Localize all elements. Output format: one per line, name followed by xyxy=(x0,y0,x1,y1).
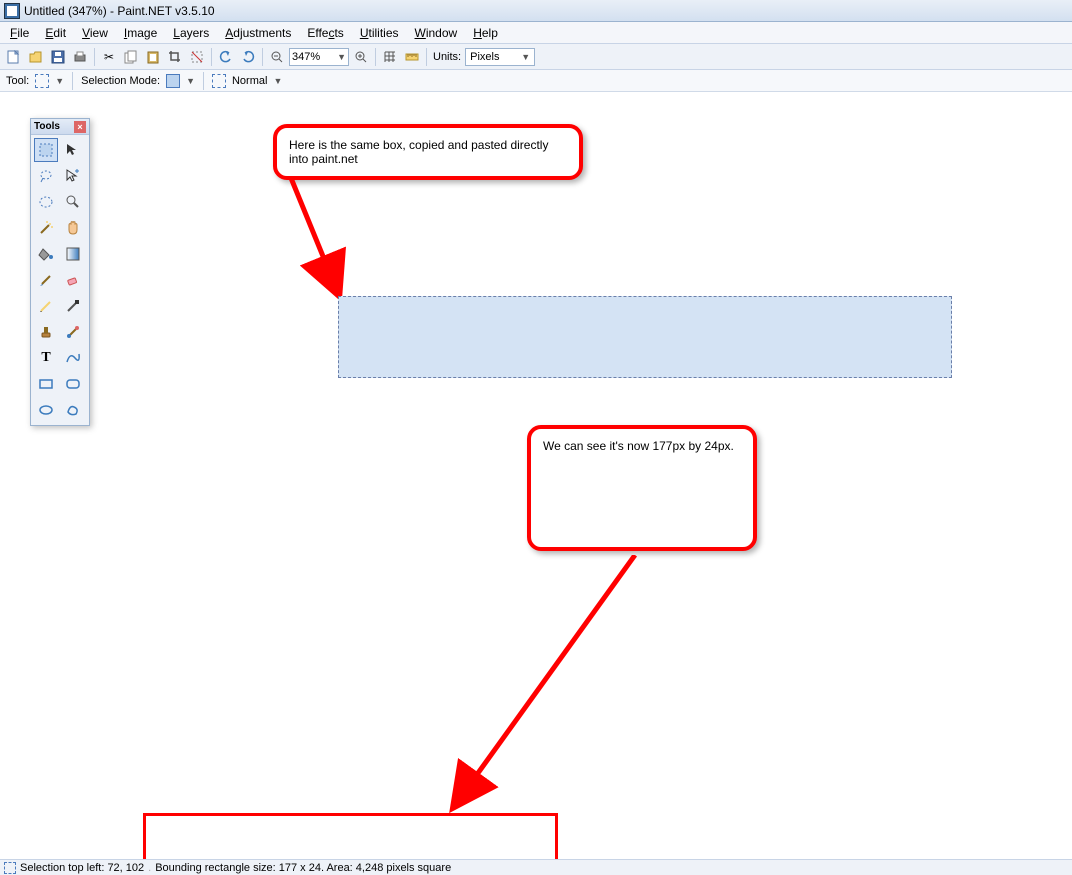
selection-icon xyxy=(4,862,16,874)
zoom-in-icon[interactable] xyxy=(351,47,371,67)
annotation-callout-mid: We can see it's now 177px by 24px. xyxy=(527,425,757,551)
window-title: Untitled (347%) - Paint.NET v3.5.10 xyxy=(24,4,215,18)
ellipse-shape-tool[interactable] xyxy=(34,398,58,422)
gradient-tool[interactable] xyxy=(61,242,85,266)
annotation-text: Here is the same box, copied and pasted … xyxy=(289,138,548,166)
menu-effects[interactable]: Effects xyxy=(299,24,351,42)
separator xyxy=(94,48,95,66)
menubar: File Edit View Image Layers Adjustments … xyxy=(0,22,1072,44)
toolbar: ✂ 347% ▼ Units: Pixels ▼ xyxy=(0,44,1072,70)
annotation-text: We can see it's now 177px by 24px. xyxy=(543,439,734,453)
chevron-down-icon: ▼ xyxy=(521,52,530,62)
crop-icon[interactable] xyxy=(165,47,185,67)
units-label: Units: xyxy=(431,51,463,63)
rectangle-shape-tool[interactable] xyxy=(34,372,58,396)
menu-utilities[interactable]: Utilities xyxy=(352,24,407,42)
titlebar: Untitled (347%) - Paint.NET v3.5.10 xyxy=(0,0,1072,22)
zoom-tool[interactable] xyxy=(61,190,85,214)
separator xyxy=(426,48,427,66)
chevron-down-icon[interactable]: ▼ xyxy=(186,76,195,86)
line-tool[interactable] xyxy=(61,346,85,370)
freeform-shape-tool[interactable] xyxy=(61,398,85,422)
status-selection-topleft: Selection top left: 72, 102 xyxy=(20,862,144,874)
ellipse-select-tool[interactable] xyxy=(34,190,58,214)
eraser-tool[interactable] xyxy=(61,268,85,292)
recolor-tool[interactable] xyxy=(61,320,85,344)
rounded-rect-tool[interactable] xyxy=(61,372,85,396)
text-tool[interactable]: T xyxy=(34,346,58,370)
chevron-down-icon[interactable]: ▼ xyxy=(55,76,64,86)
lasso-select-tool[interactable] xyxy=(34,164,58,188)
zoom-field[interactable]: 347% ▼ xyxy=(289,48,349,66)
menu-file[interactable]: File xyxy=(2,24,37,42)
ruler-icon[interactable] xyxy=(402,47,422,67)
status-bounding-rect: Bounding rectangle size: 177 x 24. Area:… xyxy=(155,862,451,874)
paintbrush-tool[interactable] xyxy=(34,268,58,292)
pencil-tool[interactable] xyxy=(34,294,58,318)
menu-window[interactable]: Window xyxy=(407,24,466,42)
magic-wand-tool[interactable] xyxy=(34,216,58,240)
units-field[interactable]: Pixels ▼ xyxy=(465,48,535,66)
pan-tool[interactable] xyxy=(61,216,85,240)
chevron-down-icon[interactable]: ▼ xyxy=(273,76,282,86)
constraint-icon[interactable] xyxy=(212,74,226,88)
selection-mode-label: Selection Mode: xyxy=(81,75,160,87)
rect-select-icon[interactable] xyxy=(35,74,49,88)
cut-icon[interactable]: ✂ xyxy=(99,47,119,67)
options-bar: Tool: ▼ Selection Mode: ▼ Normal ▼ xyxy=(0,70,1072,92)
copy-icon[interactable] xyxy=(121,47,141,67)
tools-palette-header[interactable]: Tools × xyxy=(31,119,89,135)
color-picker-tool[interactable] xyxy=(61,294,85,318)
open-icon[interactable] xyxy=(26,47,46,67)
print-icon[interactable] xyxy=(70,47,90,67)
tools-palette-title: Tools xyxy=(34,121,60,132)
undo-icon[interactable] xyxy=(216,47,236,67)
paint-bucket-tool[interactable] xyxy=(34,242,58,266)
separator xyxy=(203,72,204,90)
selmode-replace-icon[interactable] xyxy=(166,74,180,88)
app-icon xyxy=(4,3,20,19)
chevron-down-icon: ▼ xyxy=(337,52,346,62)
menu-view[interactable]: View xyxy=(74,24,116,42)
save-icon[interactable] xyxy=(48,47,68,67)
separator xyxy=(72,72,73,90)
annotation-callout-top: Here is the same box, copied and pasted … xyxy=(273,124,583,180)
tool-label: Tool: xyxy=(6,75,29,87)
grid-icon[interactable] xyxy=(380,47,400,67)
units-value: Pixels xyxy=(470,51,499,63)
zoom-out-icon[interactable] xyxy=(267,47,287,67)
separator xyxy=(262,48,263,66)
menu-help[interactable]: Help xyxy=(465,24,506,42)
deselect-icon[interactable] xyxy=(187,47,207,67)
move-pixels-tool[interactable] xyxy=(61,164,85,188)
separator xyxy=(375,48,376,66)
redo-icon[interactable] xyxy=(238,47,258,67)
normal-label: Normal xyxy=(232,75,267,87)
paste-icon[interactable] xyxy=(143,47,163,67)
clone-stamp-tool[interactable] xyxy=(34,320,58,344)
menu-edit[interactable]: Edit xyxy=(37,24,74,42)
pasted-selection[interactable] xyxy=(338,296,952,378)
move-selection-tool[interactable] xyxy=(61,138,85,162)
new-icon[interactable] xyxy=(4,47,24,67)
menu-adjustments[interactable]: Adjustments xyxy=(217,24,299,42)
close-icon[interactable]: × xyxy=(74,121,86,133)
zoom-value: 347% xyxy=(292,51,320,63)
separator xyxy=(211,48,212,66)
status-bar: Selection top left: 72, 102 . Bounding r… xyxy=(0,859,1072,875)
menu-layers[interactable]: Layers xyxy=(165,24,217,42)
menu-image[interactable]: Image xyxy=(116,24,165,42)
rectangle-select-tool[interactable] xyxy=(34,138,58,162)
tools-palette[interactable]: Tools × T xyxy=(30,118,90,426)
